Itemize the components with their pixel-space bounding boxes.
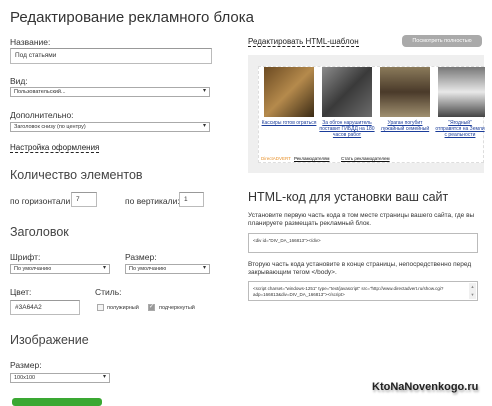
bold-label: полужирный [107,305,139,311]
ad-caption[interactable]: За обгон нарушитель поставит ГИБДД на 18… [319,120,375,138]
dropdown-arrow-icon: ▾ [102,374,106,380]
code-heading: HTML-код для установки ваш сайт [248,190,449,204]
dropdown-arrow-icon: ▾ [202,265,206,271]
ad-image [380,67,430,117]
image-size-label: Размер: [10,360,42,370]
brand-link[interactable]: DirectADVERT [261,156,291,161]
design-settings-link[interactable]: Настройка оформления [10,143,100,153]
type-value: Пользовательский... [14,89,66,95]
edit-html-template-link[interactable]: Редактировать HTML-шаблон [248,37,359,47]
size-label: Размер: [125,252,157,262]
advertisers-link[interactable]: Рекламодателям [294,156,330,161]
dropdown-arrow-icon: ▾ [102,265,106,271]
size-value: По умолчанию [129,266,167,272]
type-label: Вид: [10,76,28,86]
underline-checkbox[interactable]: ✓ [148,304,155,311]
code-2-text: <script charset="windows-1251" type="tex… [253,286,444,297]
ad-block-preview: Кассиры готов ограться За обгон нарушите… [258,66,485,163]
name-label: Название: [10,37,51,47]
ad-caption[interactable]: "Ягодный" отправятся на Земли с реальнос… [435,120,485,138]
ad-caption[interactable]: Кассиры готов ограться [261,120,317,126]
name-input[interactable]: Под статьями [10,48,212,64]
color-input[interactable]: #3A64A2 [10,300,80,315]
header-heading: Заголовок [10,225,69,239]
image-heading: Изображение [10,333,89,347]
ad-image [438,67,485,117]
page-title: Редактирование рекламного блока [10,9,254,26]
dropdown-arrow-icon: ▾ [202,123,206,129]
underline-label: подчеркнутый [159,305,195,311]
count-heading: Количество элементов [10,168,143,182]
view-fullscreen-button[interactable]: Посмотреть полностью [402,35,482,47]
ad-caption[interactable]: Ураган погубит лужайный семейный [377,120,433,132]
code-textarea-1[interactable]: <div id="DIV_DA_166813"></div> [248,233,478,253]
style-label: Стиль: [95,287,122,297]
extra-label: Дополнительно: [10,110,74,120]
extra-value: Заголовок снизу (по центру) [14,124,86,130]
font-label: Шрифт: [10,252,41,262]
horiz-input[interactable]: 7 [71,192,97,207]
horiz-label: по горизонтали: [10,196,73,206]
become-advertiser-link[interactable]: Стать рекламодателем [341,156,390,161]
size-select[interactable]: По умолчанию ▾ [125,264,210,274]
preview-panel: Кассиры готов ограться За обгон нарушите… [248,55,485,173]
image-size-select[interactable]: 100x100 ▾ [10,373,110,383]
extra-select[interactable]: Заголовок снизу (по центру) ▾ [10,122,210,132]
code-hint-1: Установите первую часть кода в том месте… [248,212,475,227]
image-size-value: 100x100 [14,375,36,381]
watermark: KtoNaNovenkogo.ru [372,381,479,393]
code-textarea-2[interactable]: <script charset="windows-1251" type="tex… [248,281,478,301]
ad-image [264,67,314,117]
scrollbar[interactable]: ▲ ▼ [469,283,476,299]
vert-input[interactable]: 1 [179,192,204,207]
save-button[interactable] [12,398,102,406]
dropdown-arrow-icon: ▾ [202,88,206,94]
ad-image [322,67,372,117]
font-select[interactable]: По умолчанию ▾ [10,264,110,274]
bold-checkbox[interactable] [97,304,104,311]
color-label: Цвет: [10,287,32,297]
code-hint-2: Вторую часть кода установите в конце стр… [248,261,472,276]
type-select[interactable]: Пользовательский... ▾ [10,87,210,97]
vert-label: по вертикали: [125,196,180,206]
font-value: По умолчанию [14,266,52,272]
